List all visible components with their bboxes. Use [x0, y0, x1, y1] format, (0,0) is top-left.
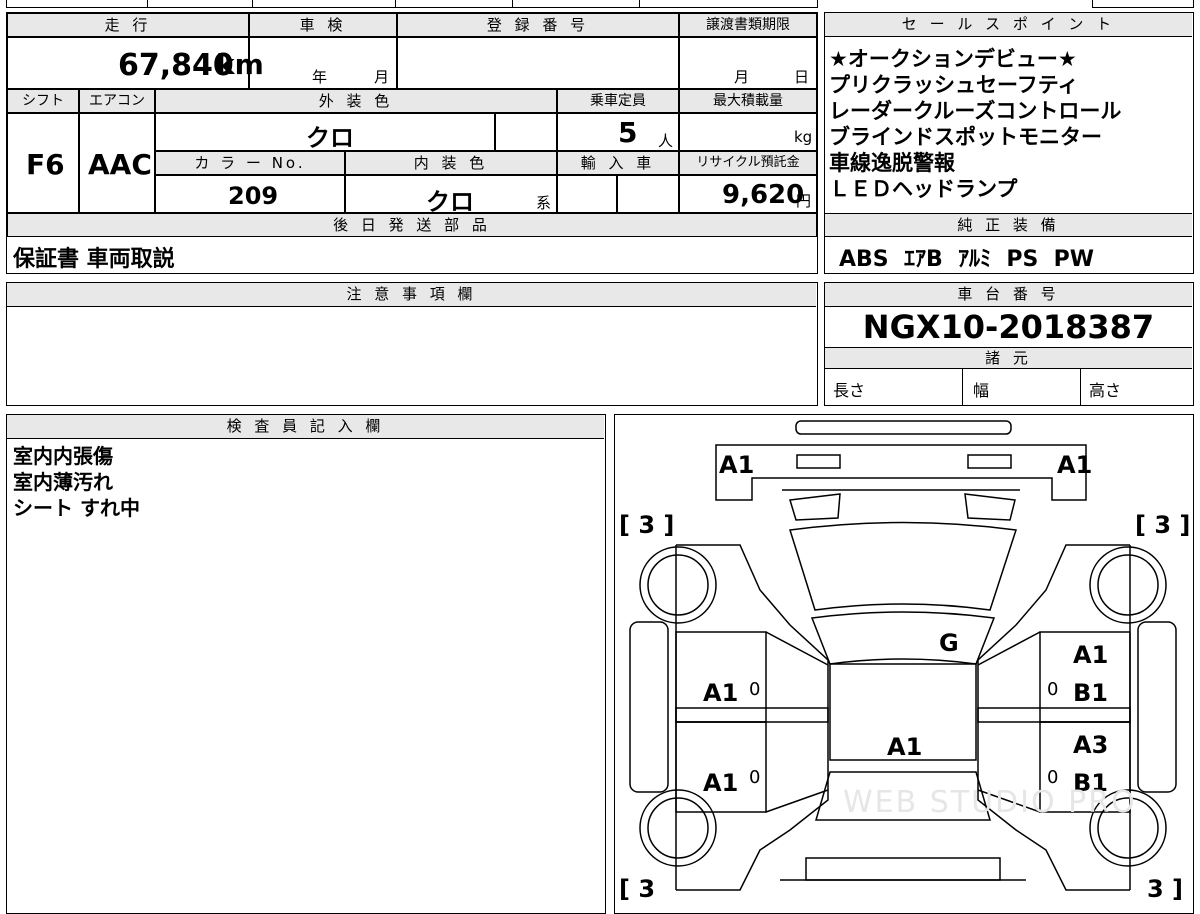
mark-left-front-door: A1 [703, 679, 739, 707]
color-no-value: 209 [228, 182, 279, 210]
mark-right-front-lower: B1 [1073, 679, 1108, 707]
transfer-deadline-label: 譲渡書類期限 [679, 13, 817, 37]
later-parts-value: 保証書 車両取説 [13, 247, 175, 272]
inspector-note: シート すれ中 [13, 496, 140, 520]
inspection-cell: 年 月 [249, 37, 397, 89]
mileage-cell: 67,840 km [7, 37, 264, 89]
exterior-color-label: 外 装 色 [155, 89, 557, 113]
equipment-value: ABS ｴｱB ｱﾙﾐ PS PW [839, 247, 1095, 272]
mark-tire-rl: [ 3 [619, 875, 656, 903]
interior-color-cell: クロ 系 [345, 175, 557, 216]
chassis-value: NGX10-2018387 [862, 308, 1155, 346]
mark-left-rear-door: A1 [703, 769, 739, 797]
spec-length: 長さ [833, 381, 866, 400]
color-no-cell: 209 [155, 175, 345, 213]
spec-height-cell: 高さ [1081, 369, 1191, 405]
mark-right-front-upper: A1 [1073, 641, 1109, 669]
recycle-fee-value: 9,620 [722, 180, 805, 210]
max-load-label: 最大積載量 [679, 89, 817, 113]
mark-front-right: A1 [1057, 451, 1093, 479]
import-label: 輸 入 車 [557, 151, 679, 175]
recycle-fee-label: リサイクル預託金 [679, 151, 817, 175]
specs-label: 諸 元 [825, 347, 1192, 369]
mark-roof: A1 [887, 733, 923, 761]
caution-box: 注 意 事 項 欄 [6, 282, 818, 406]
car-diagram-box: A1 A1 [ 3 ] [ 3 ] G A1 A1 0 0 B1 A1 A3 A… [614, 414, 1194, 914]
year-unit: 年 [312, 68, 328, 86]
inspector-note: 室内薄汚れ [13, 470, 113, 494]
shift-label: シフト [7, 89, 79, 113]
inspector-label: 検 査 員 記 入 欄 [7, 415, 604, 439]
month-unit: 月 [374, 68, 390, 86]
mark-small-zero: 0 [1047, 679, 1059, 700]
sales-points-label: セ ー ル ス ポ イ ン ト [825, 13, 1192, 37]
sales-points-box: セ ー ル ス ポ イ ン ト ★オークションデビュー★ プリクラッシュセーフテ… [824, 12, 1194, 274]
chassis-label: 車 台 番 号 [825, 283, 1192, 307]
capacity-label: 乗車定員 [557, 89, 679, 113]
recycle-fee-unit: 円 [796, 192, 812, 210]
capacity-unit: 人 [658, 132, 674, 150]
deadline-month: 月 [734, 68, 750, 86]
aircon-cell: AAC [79, 113, 155, 213]
mileage-label: 走 行 [7, 13, 249, 37]
caution-label: 注 意 事 項 欄 [7, 283, 816, 307]
mark-right-rear-upper: A3 [1073, 731, 1109, 759]
recycle-fee-cell: 9,620 円 [679, 175, 817, 213]
mark-tire-fl: [ 3 ] [619, 511, 675, 539]
sales-point-item: ＬＥＤヘッドランプ [829, 177, 1018, 201]
top-strip [6, 0, 818, 8]
import-cell-2 [617, 175, 679, 213]
capacity-value: 5 [618, 116, 638, 149]
mark-front-left: A1 [719, 451, 755, 479]
top-strip-right [1092, 0, 1194, 8]
watermark: WEB STUDIO PRO [843, 785, 1137, 820]
mark-small-zero: 0 [749, 767, 761, 788]
inspection-label: 車 検 [249, 13, 397, 37]
spec-height: 高さ [1089, 381, 1122, 400]
max-load-cell: kg [679, 113, 817, 151]
equipment-label: 純 正 装 備 [825, 213, 1192, 237]
spec-width-cell: 幅 [963, 369, 1081, 405]
shift-cell: F6 [7, 113, 79, 213]
color-no-label: カ ラ ー No. [155, 151, 345, 175]
aircon-label: エアコン [79, 89, 155, 113]
inspector-box: 検 査 員 記 入 欄 室内内張傷 室内薄汚れ シート すれ中 [6, 414, 606, 914]
later-parts-label: 後 日 発 送 部 品 [7, 213, 817, 237]
interior-color-unit: 系 [536, 194, 552, 212]
import-cell-1 [557, 175, 617, 213]
mark-tire-fr: [ 3 ] [1135, 511, 1191, 539]
max-load-unit: kg [794, 128, 813, 146]
exterior-color-extra [495, 113, 557, 151]
mark-hood: G [939, 629, 959, 657]
chassis-box: 車 台 番 号 NGX10-2018387 諸 元 長さ 幅 高さ [824, 282, 1194, 406]
exterior-color-value: クロ [306, 124, 354, 152]
registration-label: 登 録 番 号 [397, 13, 679, 37]
interior-color-label: 内 装 色 [345, 151, 557, 175]
vehicle-info-table: 走 行 車 検 登 録 番 号 譲渡書類期限 67,840 km 年 月 月 日… [6, 12, 818, 274]
transfer-deadline-cell: 月 日 [679, 37, 817, 89]
registration-value [397, 37, 679, 89]
spec-width: 幅 [973, 381, 990, 400]
inspector-note: 室内内張傷 [13, 444, 113, 468]
spec-length-cell: 長さ [825, 369, 963, 405]
mark-tire-rr: 3 ] [1147, 875, 1184, 903]
interior-color-value: クロ [426, 188, 474, 216]
shift-value: F6 [26, 148, 65, 181]
deadline-day: 日 [794, 68, 810, 86]
capacity-cell: 5 人 [557, 113, 679, 151]
mark-small-zero: 0 [749, 679, 761, 700]
exterior-color-cell: クロ [155, 113, 495, 152]
aircon-value: AAC [88, 148, 152, 181]
